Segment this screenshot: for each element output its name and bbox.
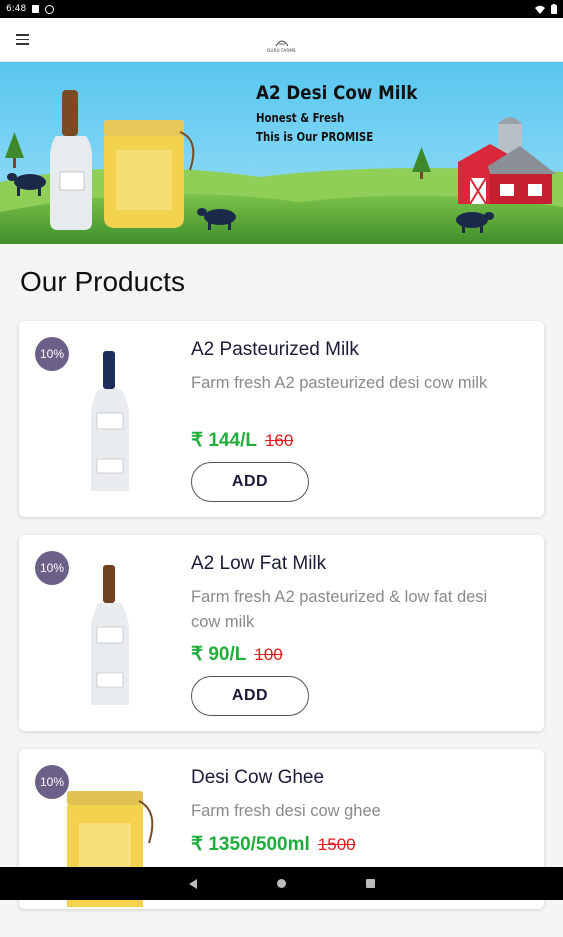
add-button[interactable]: ADD [191, 676, 309, 716]
product-price: ₹ 90/L [191, 644, 247, 665]
product-mrp: 100 [254, 645, 283, 664]
status-time: 6:48 [6, 4, 27, 14]
product-price: ₹ 1350/500ml [191, 834, 310, 855]
ghee-jar-icon [104, 120, 195, 228]
product-price: ₹ 144/L [191, 430, 257, 451]
product-description: Farm fresh A2 pasteurized & low fat desi… [191, 588, 488, 631]
battery-icon [551, 4, 557, 14]
ghee-jar-image [67, 791, 154, 907]
logo-text: DURU FARMS [267, 47, 296, 53]
section-title: Our Products [20, 266, 185, 297]
product-card[interactable]: 10% A2 Low Fat Milk Farm fresh A2 pasteu… [19, 535, 544, 731]
recents-icon[interactable] [365, 879, 375, 888]
milk-bottle-image [91, 351, 129, 491]
product-name: A2 Low Fat Milk [191, 553, 327, 574]
price-row: ₹ 144/L 160 [191, 429, 293, 452]
cow-logo-icon [275, 40, 288, 46]
app-bar: DURU FARMS [0, 18, 563, 62]
banner-tagline: Honest & Fresh [256, 111, 345, 125]
product-mrp: 160 [264, 431, 294, 450]
home-icon[interactable] [276, 879, 286, 888]
wifi-icon [535, 5, 545, 14]
product-name: Desi Cow Ghee [191, 767, 325, 788]
banner-title: A2 Desi Cow Milk [256, 82, 418, 104]
product-description: Farm fresh A2 pasteurized desi cow milk [191, 374, 488, 392]
app-logo: DURU FARMS [265, 27, 299, 53]
product-name: A2 Pasteurized Milk [191, 339, 359, 360]
sim-icon [32, 5, 40, 13]
milk-bottle-image [91, 565, 129, 705]
back-icon[interactable] [188, 878, 197, 889]
promo-banner[interactable]: A2 Desi Cow Milk Honest & Fresh This is … [0, 62, 563, 244]
product-description: Farm fresh desi cow ghee [191, 802, 381, 820]
price-row: ₹ 90/L 100 [191, 643, 283, 666]
price-row: ₹ 1350/500ml 1500 [191, 833, 356, 856]
system-nav-bar [0, 867, 563, 900]
product-card[interactable]: 10% A2 Pasteurized Milk Farm fresh A2 pa… [19, 321, 544, 517]
add-button[interactable]: ADD [191, 462, 309, 502]
hamburger-menu-icon[interactable] [0, 18, 44, 62]
status-bar: 6:48 [0, 0, 563, 18]
battery-saver-icon [45, 4, 55, 14]
banner-promise: This is Our PROMISE [256, 130, 374, 144]
product-mrp: 1500 [317, 835, 356, 854]
